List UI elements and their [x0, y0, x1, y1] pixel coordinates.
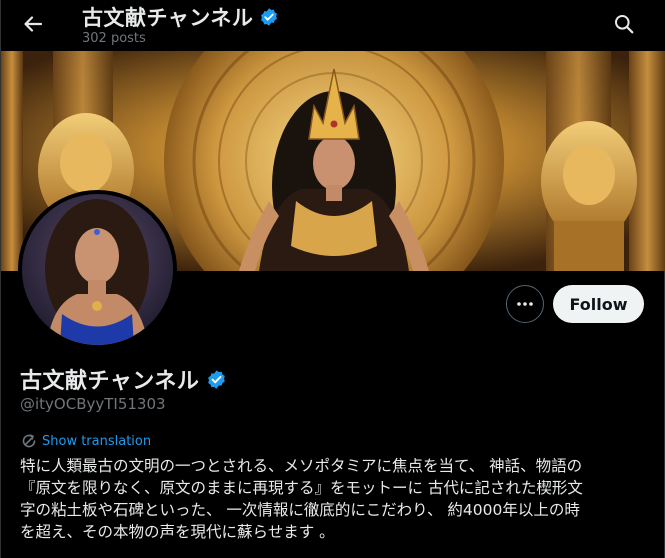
translate-icon	[22, 434, 36, 448]
search-button[interactable]	[606, 6, 642, 42]
post-count: 302 posts	[82, 31, 146, 46]
show-translation-link[interactable]: Show translation	[21, 433, 151, 449]
follow-button[interactable]: Follow	[553, 285, 644, 323]
avatar-image	[22, 194, 173, 345]
show-translation-label[interactable]: Show translation	[42, 434, 151, 449]
arrow-left-icon	[24, 16, 43, 32]
header-title: 古文献チャンネル	[82, 2, 279, 32]
bio-line: 特に人類最古の文明の一つとされる、メソポタミアに焦点を当て、 神話、物語の	[20, 457, 583, 475]
more-options-button[interactable]	[506, 285, 544, 323]
display-name: 古文献チャンネル	[20, 369, 200, 394]
profile-bio: 特に人類最古の文明の一つとされる、メソポタミアに焦点を当て、 神話、物語の 『原…	[20, 455, 650, 543]
header-display-name: 古文献チャンネル	[82, 6, 254, 30]
verified-badge-icon[interactable]	[206, 369, 227, 390]
bio-line: 『原文を限りなく、原文のままに再現する』をモットーに 古代に記された楔形文	[20, 479, 583, 497]
profile-avatar[interactable]	[18, 190, 177, 349]
search-icon	[615, 15, 634, 34]
bio-line: 字の粘土板や石碑といった、 一次情報に徹底的にこだわり、 約4000年以上の時	[20, 501, 580, 519]
profile-name-row: 古文献チャンネル	[20, 363, 227, 395]
back-button[interactable]	[15, 6, 51, 42]
verified-badge-icon	[261, 8, 278, 26]
more-dots-icon	[517, 302, 533, 306]
bio-line: を超え、その本物の声を現代に蘇らせます 。	[20, 523, 335, 541]
user-handle: @ityOCByyTI51303	[20, 395, 166, 413]
profile-page: 古文献チャンネル 302 posts Follow 古文献チャンネル @ityO…	[0, 0, 665, 558]
top-bar: 古文献チャンネル 302 posts	[1, 0, 665, 51]
